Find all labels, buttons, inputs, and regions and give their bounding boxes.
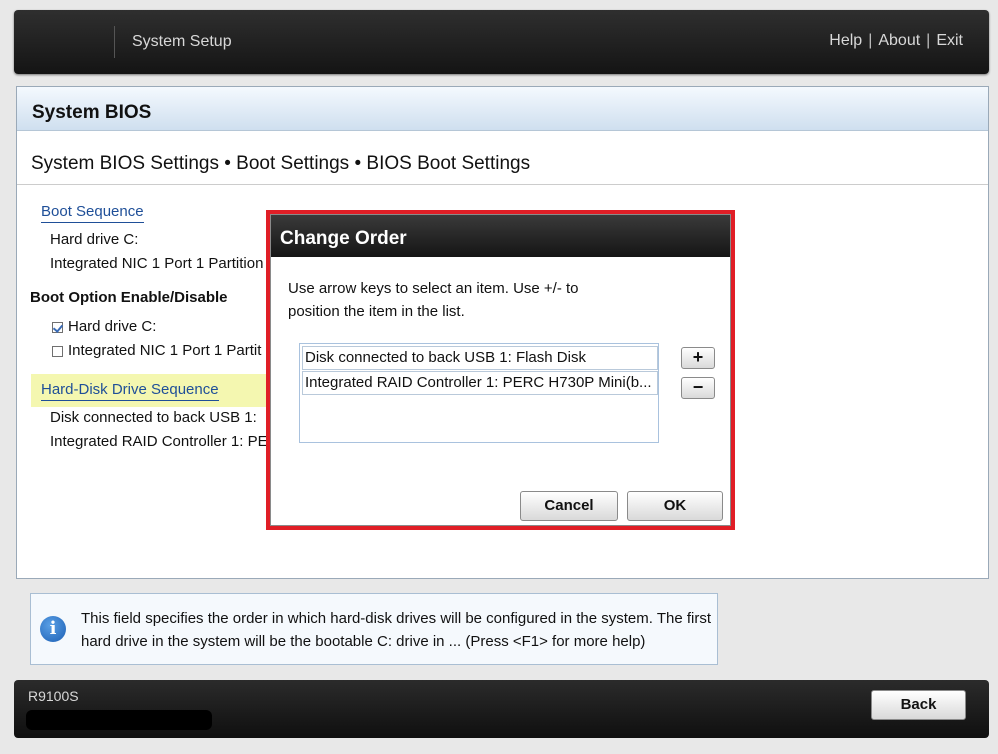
list-item[interactable]: Integrated RAID Controller 1: PERC H730P… bbox=[302, 371, 658, 395]
hdd-sequence-link[interactable]: Hard-Disk Drive Sequence bbox=[41, 381, 219, 401]
change-order-dialog: Change Order Use arrow keys to select an… bbox=[266, 210, 735, 530]
ok-button[interactable]: OK bbox=[627, 491, 723, 521]
app-title: System Setup bbox=[132, 33, 232, 50]
hdd-sequence-item: Disk connected to back USB 1: bbox=[50, 409, 257, 426]
help-link[interactable]: Help bbox=[829, 32, 862, 49]
top-header-bar: System Setup Help | About | Exit bbox=[14, 10, 989, 74]
help-info-bar: i This field specifies the order in whic… bbox=[30, 593, 718, 665]
back-button[interactable]: Back bbox=[871, 690, 966, 720]
model-name: R9100S bbox=[28, 688, 79, 704]
about-link[interactable]: About bbox=[878, 32, 920, 49]
header-links: Help | About | Exit bbox=[829, 32, 963, 50]
dialog-title: Change Order bbox=[271, 215, 730, 257]
list-item[interactable]: Disk connected to back USB 1: Flash Disk bbox=[302, 346, 658, 370]
panel-title: System BIOS bbox=[32, 102, 152, 123]
hdd-sequence-item: Integrated RAID Controller 1: PE bbox=[50, 433, 268, 450]
cancel-button[interactable]: Cancel bbox=[520, 491, 618, 521]
boot-sequence-item: Integrated NIC 1 Port 1 Partition bbox=[50, 255, 264, 272]
move-up-button[interactable]: + bbox=[681, 347, 715, 369]
nic-label: Integrated NIC 1 Port 1 Partit bbox=[68, 342, 262, 359]
nic-checkbox[interactable] bbox=[52, 346, 63, 357]
dialog-message: Use arrow keys to select an item. Use +/… bbox=[288, 280, 579, 320]
redacted-area bbox=[26, 710, 212, 730]
boot-sequence-item: Hard drive C: bbox=[50, 231, 139, 248]
order-listbox[interactable]: Disk connected to back USB 1: Flash Disk… bbox=[299, 343, 659, 443]
hard-drive-checkbox[interactable] bbox=[52, 322, 63, 333]
link-separator: | bbox=[926, 32, 931, 49]
bottom-bar: R9100S Back bbox=[14, 680, 989, 738]
dialog-body: Change Order Use arrow keys to select an… bbox=[270, 214, 731, 526]
info-icon: i bbox=[40, 616, 66, 642]
header-divider bbox=[114, 26, 115, 58]
boot-option-heading: Boot Option Enable/Disable bbox=[30, 289, 228, 306]
hard-drive-label: Hard drive C: bbox=[68, 318, 157, 335]
move-down-button[interactable]: − bbox=[681, 377, 715, 399]
link-separator: | bbox=[868, 32, 873, 49]
boot-sequence-link[interactable]: Boot Sequence bbox=[41, 203, 144, 223]
help-text: This field specifies the order in which … bbox=[81, 610, 711, 650]
panel-header: System BIOS bbox=[17, 87, 988, 131]
divider bbox=[17, 184, 988, 185]
breadcrumb: System BIOS Settings • Boot Settings • B… bbox=[31, 153, 531, 174]
exit-link[interactable]: Exit bbox=[936, 32, 963, 49]
